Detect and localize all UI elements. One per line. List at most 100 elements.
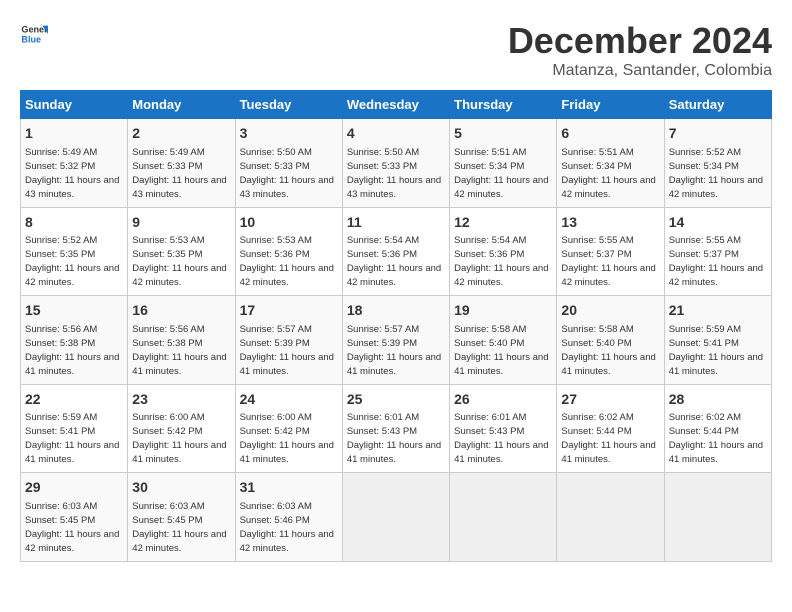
day-info: Sunrise: 5:49 AMSunset: 5:33 PMDaylight:… (132, 147, 226, 200)
calendar-cell: 12Sunrise: 5:54 AMSunset: 5:36 PMDayligh… (450, 207, 557, 296)
day-info: Sunrise: 6:02 AMSunset: 5:44 PMDaylight:… (669, 412, 763, 465)
svg-text:Blue: Blue (21, 34, 41, 44)
calendar-cell: 7Sunrise: 5:52 AMSunset: 5:34 PMDaylight… (664, 119, 771, 208)
day-info: Sunrise: 6:02 AMSunset: 5:44 PMDaylight:… (561, 412, 655, 465)
day-number: 3 (240, 124, 338, 144)
calendar-cell: 31 Sunrise: 6:03 AMSunset: 5:46 PMDayligh… (235, 473, 342, 562)
col-wednesday: Wednesday (342, 91, 449, 119)
day-info: Sunrise: 5:55 AMSunset: 5:37 PMDaylight:… (669, 235, 763, 288)
calendar-cell: 16Sunrise: 5:56 AMSunset: 5:38 PMDayligh… (128, 296, 235, 385)
calendar-cell: 27Sunrise: 6:02 AMSunset: 5:44 PMDayligh… (557, 384, 664, 473)
calendar-cell: 30 Sunrise: 6:03 AMSunset: 5:45 PMDayligh… (128, 473, 235, 562)
col-thursday: Thursday (450, 91, 557, 119)
day-info: Sunrise: 5:50 AMSunset: 5:33 PMDaylight:… (240, 147, 334, 200)
day-number: 16 (132, 301, 230, 321)
calendar-cell (557, 473, 664, 562)
calendar-cell: 10Sunrise: 5:53 AMSunset: 5:36 PMDayligh… (235, 207, 342, 296)
day-number: 18 (347, 301, 445, 321)
day-info: Sunrise: 5:54 AMSunset: 5:36 PMDaylight:… (347, 235, 441, 288)
day-info: Sunrise: 5:50 AMSunset: 5:33 PMDaylight:… (347, 147, 441, 200)
day-info: Sunrise: 5:57 AMSunset: 5:39 PMDaylight:… (240, 324, 334, 377)
calendar-cell: 1Sunrise: 5:49 AMSunset: 5:32 PMDaylight… (21, 119, 128, 208)
logo-icon: General Blue (20, 20, 48, 48)
day-number: 28 (669, 390, 767, 410)
calendar-cell: 3 Sunrise: 5:50 AMSunset: 5:33 PMDaylight… (235, 119, 342, 208)
day-number: 8 (25, 213, 123, 233)
day-number: 31 (240, 478, 338, 498)
calendar-table: Sunday Monday Tuesday Wednesday Thursday… (20, 90, 772, 562)
calendar-cell: 20 Sunrise: 5:58 AMSunset: 5:40 PMDayligh… (557, 296, 664, 385)
day-info: Sunrise: 6:00 AMSunset: 5:42 PMDaylight:… (132, 412, 226, 465)
calendar-week-row: 8Sunrise: 5:52 AMSunset: 5:35 PMDaylight… (21, 207, 772, 296)
calendar-cell: 23Sunrise: 6:00 AMSunset: 5:42 PMDayligh… (128, 384, 235, 473)
day-info: Sunrise: 6:03 AMSunset: 5:45 PMDaylight:… (132, 501, 226, 554)
day-number: 11 (347, 213, 445, 233)
day-info: Sunrise: 5:58 AMSunset: 5:40 PMDaylight:… (454, 324, 548, 377)
calendar-cell: 6 Sunrise: 5:51 AMSunset: 5:34 PMDaylight… (557, 119, 664, 208)
day-info: Sunrise: 5:53 AMSunset: 5:35 PMDaylight:… (132, 235, 226, 288)
day-number: 5 (454, 124, 552, 144)
calendar-cell: 26Sunrise: 6:01 AMSunset: 5:43 PMDayligh… (450, 384, 557, 473)
page-header: General Blue December 2024 Matanza, Sant… (20, 20, 772, 80)
calendar-cell: 5 Sunrise: 5:51 AMSunset: 5:34 PMDaylight… (450, 119, 557, 208)
day-number: 20 (561, 301, 659, 321)
day-number: 13 (561, 213, 659, 233)
day-info: Sunrise: 6:01 AMSunset: 5:43 PMDaylight:… (347, 412, 441, 465)
day-number: 12 (454, 213, 552, 233)
calendar-cell: 17 Sunrise: 5:57 AMSunset: 5:39 PMDayligh… (235, 296, 342, 385)
day-number: 21 (669, 301, 767, 321)
calendar-cell: 14Sunrise: 5:55 AMSunset: 5:37 PMDayligh… (664, 207, 771, 296)
day-number: 4 (347, 124, 445, 144)
day-info: Sunrise: 5:59 AMSunset: 5:41 PMDaylight:… (669, 324, 763, 377)
day-info: Sunrise: 5:52 AMSunset: 5:35 PMDaylight:… (25, 235, 119, 288)
day-number: 14 (669, 213, 767, 233)
day-info: Sunrise: 5:54 AMSunset: 5:36 PMDaylight:… (454, 235, 548, 288)
calendar-cell (450, 473, 557, 562)
day-info: Sunrise: 5:58 AMSunset: 5:40 PMDaylight:… (561, 324, 655, 377)
day-number: 25 (347, 390, 445, 410)
day-number: 1 (25, 124, 123, 144)
day-number: 10 (240, 213, 338, 233)
calendar-cell: 13Sunrise: 5:55 AMSunset: 5:37 PMDayligh… (557, 207, 664, 296)
calendar-cell: 29Sunrise: 6:03 AMSunset: 5:45 PMDayligh… (21, 473, 128, 562)
calendar-cell: 19Sunrise: 5:58 AMSunset: 5:40 PMDayligh… (450, 296, 557, 385)
calendar-cell (664, 473, 771, 562)
logo: General Blue (20, 20, 48, 48)
day-info: Sunrise: 5:55 AMSunset: 5:37 PMDaylight:… (561, 235, 655, 288)
day-number: 6 (561, 124, 659, 144)
day-number: 7 (669, 124, 767, 144)
day-number: 27 (561, 390, 659, 410)
day-info: Sunrise: 5:56 AMSunset: 5:38 PMDaylight:… (25, 324, 119, 377)
calendar-cell: 28Sunrise: 6:02 AMSunset: 5:44 PMDayligh… (664, 384, 771, 473)
day-info: Sunrise: 6:03 AMSunset: 5:46 PMDaylight:… (240, 501, 334, 554)
day-info: Sunrise: 5:59 AMSunset: 5:41 PMDaylight:… (25, 412, 119, 465)
day-number: 30 (132, 478, 230, 498)
calendar-cell: 22Sunrise: 5:59 AMSunset: 5:41 PMDayligh… (21, 384, 128, 473)
day-info: Sunrise: 6:01 AMSunset: 5:43 PMDaylight:… (454, 412, 548, 465)
location-subtitle: Matanza, Santander, Colombia (508, 62, 772, 80)
calendar-week-row: 15 Sunrise: 5:56 AMSunset: 5:38 PMDayligh… (21, 296, 772, 385)
month-year-title: December 2024 (508, 20, 772, 62)
title-area: December 2024 Matanza, Santander, Colomb… (508, 20, 772, 80)
day-info: Sunrise: 5:51 AMSunset: 5:34 PMDaylight:… (561, 147, 655, 200)
calendar-week-row: 22Sunrise: 5:59 AMSunset: 5:41 PMDayligh… (21, 384, 772, 473)
calendar-cell: 4 Sunrise: 5:50 AMSunset: 5:33 PMDaylight… (342, 119, 449, 208)
day-number: 9 (132, 213, 230, 233)
day-info: Sunrise: 5:53 AMSunset: 5:36 PMDaylight:… (240, 235, 334, 288)
day-number: 2 (132, 124, 230, 144)
col-monday: Monday (128, 91, 235, 119)
calendar-cell: 15 Sunrise: 5:56 AMSunset: 5:38 PMDayligh… (21, 296, 128, 385)
day-number: 23 (132, 390, 230, 410)
col-saturday: Saturday (664, 91, 771, 119)
day-number: 24 (240, 390, 338, 410)
day-number: 17 (240, 301, 338, 321)
day-number: 15 (25, 301, 123, 321)
day-number: 29 (25, 478, 123, 498)
day-info: Sunrise: 5:51 AMSunset: 5:34 PMDaylight:… (454, 147, 548, 200)
calendar-week-row: 29 Sunrise: 6:03 AMSunset: 5:45 PMDayligh… (21, 473, 772, 562)
calendar-cell: 2 Sunrise: 5:49 AMSunset: 5:33 PMDaylight… (128, 119, 235, 208)
calendar-cell: 25Sunrise: 6:01 AMSunset: 5:43 PMDayligh… (342, 384, 449, 473)
day-number: 22 (25, 390, 123, 410)
calendar-cell (342, 473, 449, 562)
calendar-cell: 21 Sunrise: 5:59 AMSunset: 5:41 PMDayligh… (664, 296, 771, 385)
